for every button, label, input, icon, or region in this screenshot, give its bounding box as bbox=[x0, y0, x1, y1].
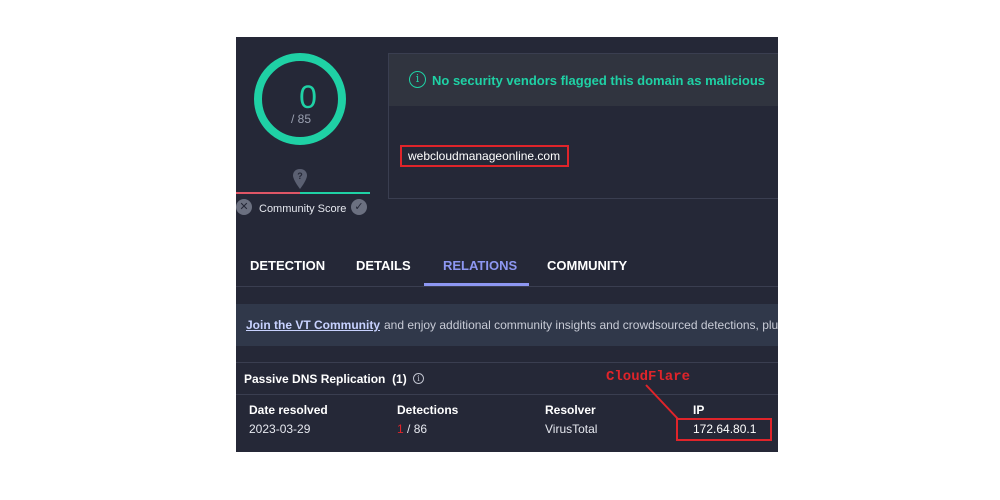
detection-score-gauge: 0 bbox=[254, 53, 346, 145]
tab-detection[interactable]: DETECTION bbox=[250, 258, 325, 273]
column-header-resolver: Resolver bbox=[545, 403, 596, 417]
community-score-bar-positive bbox=[300, 192, 370, 194]
detections-total: / 86 bbox=[403, 422, 428, 436]
tab-details[interactable]: DETAILS bbox=[356, 258, 411, 273]
status-banner: i No security vendors flagged this domai… bbox=[389, 54, 778, 106]
info-icon: i bbox=[409, 71, 426, 88]
column-header-detections: Detections bbox=[397, 403, 459, 417]
join-vt-community-link[interactable]: Join the VT Community bbox=[246, 318, 380, 332]
info-icon[interactable]: i bbox=[413, 373, 424, 384]
join-banner-text: and enjoy additional community insights … bbox=[384, 318, 778, 332]
tab-community[interactable]: COMMUNITY bbox=[547, 258, 627, 273]
cell-date-resolved: 2023-03-29 bbox=[249, 422, 311, 436]
status-message: No security vendors flagged this domain … bbox=[432, 73, 766, 88]
divider bbox=[236, 394, 778, 395]
domain-name[interactable]: webcloudmanageonline.com bbox=[408, 149, 560, 163]
virustotal-panel: 0 / 85 ? ✕ Community Score ✓ i No securi… bbox=[236, 37, 778, 452]
passive-dns-count: (1) bbox=[392, 372, 407, 386]
community-score-label: Community Score bbox=[259, 203, 347, 215]
vote-harmless-check-icon[interactable]: ✓ bbox=[351, 199, 367, 215]
domain-highlight-box: webcloudmanageonline.com bbox=[400, 145, 569, 167]
join-community-banner: Join the VT Community and enjoy addition… bbox=[236, 304, 778, 346]
tab-bar: DETECTION DETAILS RELATIONS COMMUNITY bbox=[236, 245, 778, 287]
detections-flagged: 1 bbox=[397, 422, 404, 436]
cell-detections: 1 / 86 bbox=[397, 422, 427, 436]
ip-highlight-box: 172.64.80.1 bbox=[676, 418, 772, 441]
vote-malicious-close-icon[interactable]: ✕ bbox=[236, 199, 252, 215]
detection-total: / 85 bbox=[290, 112, 311, 126]
annotation-arrow bbox=[645, 384, 679, 420]
column-header-ip: IP bbox=[693, 403, 705, 417]
community-score-bar-negative bbox=[236, 192, 300, 194]
cell-ip-link[interactable]: 172.64.80.1 bbox=[693, 422, 756, 436]
detection-count: 0 bbox=[299, 79, 317, 115]
column-header-date: Date resolved bbox=[249, 403, 328, 417]
passive-dns-title: Passive DNS Replication (1) bbox=[244, 372, 407, 386]
cell-resolver: VirusTotal bbox=[545, 422, 598, 436]
active-tab-indicator bbox=[424, 283, 529, 286]
passive-dns-section: Passive DNS Replication (1) i Date resol… bbox=[236, 362, 778, 452]
domain-info-box: i No security vendors flagged this domai… bbox=[388, 53, 778, 199]
community-pin-icon: ? bbox=[293, 169, 307, 189]
svg-text:?: ? bbox=[297, 171, 303, 181]
tab-relations[interactable]: RELATIONS bbox=[443, 258, 517, 273]
passive-dns-title-text: Passive DNS Replication bbox=[244, 372, 386, 386]
